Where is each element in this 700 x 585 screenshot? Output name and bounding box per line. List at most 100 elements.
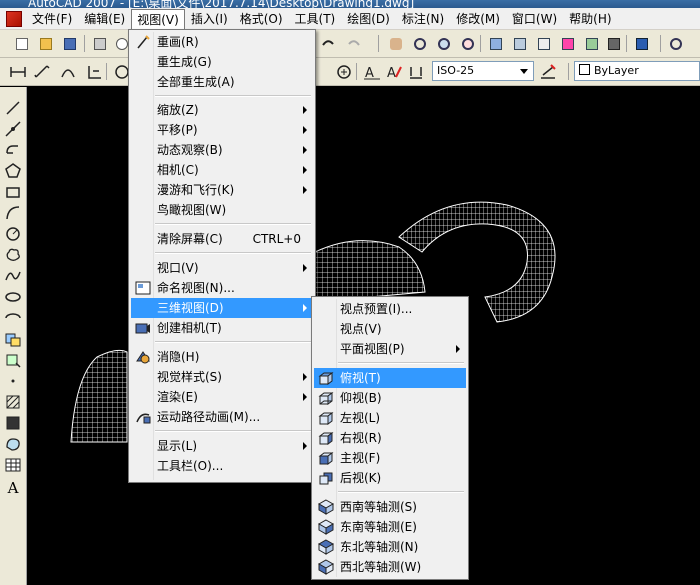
menu-item-regen[interactable]: 重生成(G) bbox=[131, 52, 313, 72]
submenu-item-bottom-view[interactable]: 仰视(B) bbox=[314, 388, 466, 408]
menu-draw[interactable]: 绘图(D) bbox=[341, 8, 396, 29]
submenu-item-viewpoint-presets[interactable]: 视点预置(I)... bbox=[314, 299, 466, 319]
properties-icon[interactable] bbox=[486, 34, 504, 52]
submenu-item-viewpoint[interactable]: 视点(V) bbox=[314, 319, 466, 339]
menu-item-walk-fly[interactable]: 漫游和飞行(K) bbox=[131, 180, 313, 200]
menu-item-regen-all[interactable]: 全部重生成(A) bbox=[131, 72, 313, 92]
print-icon[interactable] bbox=[90, 34, 108, 52]
polygon-icon[interactable] bbox=[4, 162, 22, 180]
workspace-icon[interactable] bbox=[666, 34, 684, 52]
menu-insert[interactable]: 插入(I) bbox=[185, 8, 234, 29]
menu-help[interactable]: 帮助(H) bbox=[563, 8, 617, 29]
submenu-arrow-icon bbox=[303, 166, 307, 174]
redo-icon[interactable] bbox=[344, 34, 362, 52]
region-icon[interactable] bbox=[4, 435, 22, 453]
hide-icon bbox=[136, 351, 150, 364]
dimension-update-icon[interactable] bbox=[406, 62, 424, 80]
circle-icon[interactable] bbox=[4, 225, 22, 243]
submenu-item-se-isometric[interactable]: 东南等轴测(E) bbox=[314, 517, 466, 537]
open-file-icon[interactable] bbox=[36, 34, 54, 52]
linear-dimension-icon[interactable] bbox=[8, 62, 26, 80]
menu-window[interactable]: 窗口(W) bbox=[506, 8, 563, 29]
menu-item-display[interactable]: 显示(L) bbox=[131, 436, 313, 456]
submenu-item-back-view[interactable]: 后视(K) bbox=[314, 468, 466, 488]
tool-palettes-icon[interactable] bbox=[534, 34, 552, 52]
menu-view[interactable]: 视图(V) bbox=[131, 8, 185, 29]
calculator-icon[interactable] bbox=[604, 34, 622, 52]
menu-file[interactable]: 文件(F) bbox=[26, 8, 78, 29]
submenu-item-top-view[interactable]: 俯视(T) bbox=[314, 368, 466, 388]
color-swatch bbox=[579, 64, 590, 75]
new-file-icon[interactable] bbox=[12, 34, 30, 52]
ellipse-arc-icon[interactable] bbox=[4, 309, 22, 327]
menu-modify[interactable]: 修改(M) bbox=[450, 8, 506, 29]
menu-item-3d-views[interactable]: 三维视图(D) bbox=[131, 298, 313, 318]
dimension-style-manager-icon[interactable] bbox=[538, 62, 556, 80]
menu-item-clean-screen[interactable]: 清除屏幕(C) CTRL+0 bbox=[131, 229, 313, 249]
menu-dimension[interactable]: 标注(N) bbox=[396, 8, 450, 29]
standard-toolbar bbox=[0, 30, 700, 58]
zoom-realtime-icon[interactable] bbox=[410, 34, 428, 52]
markup-icon[interactable] bbox=[582, 34, 600, 52]
gradient-icon[interactable] bbox=[4, 414, 22, 432]
dimension-style-select[interactable]: ISO-25 bbox=[432, 61, 534, 81]
submenu-item-nw-isometric[interactable]: 西北等轴测(W) bbox=[314, 557, 466, 577]
menu-item-create-camera[interactable]: 创建相机(T) bbox=[131, 318, 313, 338]
menu-item-zoom[interactable]: 缩放(Z) bbox=[131, 100, 313, 120]
table-icon[interactable] bbox=[4, 456, 22, 474]
submenu-item-plan-view[interactable]: 平面视图(P) bbox=[314, 339, 466, 359]
sheet-set-icon[interactable] bbox=[558, 34, 576, 52]
rectangle-icon[interactable] bbox=[4, 183, 22, 201]
dimension-edit-icon[interactable]: A bbox=[362, 62, 380, 81]
ordinate-dimension-icon[interactable] bbox=[84, 62, 102, 80]
menu-item-named-views[interactable]: 命名视图(N)... bbox=[131, 278, 313, 298]
menu-format[interactable]: 格式(O) bbox=[234, 8, 289, 29]
menu-item-render[interactable]: 渲染(E) bbox=[131, 387, 313, 407]
dimension-text-edit-icon[interactable]: A bbox=[384, 62, 402, 81]
make-block-icon[interactable] bbox=[4, 351, 22, 369]
submenu-item-ne-isometric[interactable]: 东北等轴测(N) bbox=[314, 537, 466, 557]
submenu-arrow-icon bbox=[456, 345, 460, 353]
save-icon[interactable] bbox=[60, 34, 78, 52]
arc-length-icon[interactable] bbox=[58, 62, 76, 80]
design-center-icon[interactable] bbox=[510, 34, 528, 52]
menu-item-orbit[interactable]: 动态观察(B) bbox=[131, 140, 313, 160]
layer-color-select[interactable]: ByLayer bbox=[574, 61, 700, 81]
autocad-app-icon[interactable] bbox=[6, 10, 22, 27]
construction-line-icon[interactable] bbox=[4, 120, 22, 138]
revision-cloud-icon[interactable] bbox=[4, 246, 22, 264]
menu-edit[interactable]: 编辑(E) bbox=[78, 8, 131, 29]
menu-item-visual-styles[interactable]: 视觉样式(S) bbox=[131, 367, 313, 387]
menu-tools[interactable]: 工具(T) bbox=[289, 8, 342, 29]
menu-item-aerial-view[interactable]: 鸟瞰视图(W) bbox=[131, 200, 313, 220]
pan-realtime-icon[interactable] bbox=[386, 34, 404, 52]
submenu-item-left-view[interactable]: 左视(L) bbox=[314, 408, 466, 428]
submenu-item-sw-isometric[interactable]: 西南等轴测(S) bbox=[314, 497, 466, 517]
line-icon[interactable] bbox=[4, 99, 22, 117]
undo-icon[interactable] bbox=[318, 34, 336, 52]
polyline-icon[interactable] bbox=[4, 141, 22, 159]
hatch-icon[interactable] bbox=[4, 393, 22, 411]
menu-item-hide[interactable]: 消隐(H) bbox=[131, 347, 313, 367]
point-icon[interactable] bbox=[4, 372, 22, 390]
menu-item-toolbars[interactable]: 工具栏(O)... bbox=[131, 456, 313, 476]
submenu-item-front-view[interactable]: 主视(F) bbox=[314, 448, 466, 468]
help-icon[interactable] bbox=[632, 34, 650, 52]
spline-icon[interactable] bbox=[4, 267, 22, 285]
arc-icon[interactable] bbox=[4, 204, 22, 222]
menu-item-pan[interactable]: 平移(P) bbox=[131, 120, 313, 140]
multiline-text-icon[interactable]: A bbox=[4, 479, 22, 497]
ellipse-icon[interactable] bbox=[4, 288, 22, 306]
zoom-window-icon[interactable] bbox=[434, 34, 452, 52]
aligned-dimension-icon[interactable] bbox=[32, 62, 50, 80]
menu-item-camera[interactable]: 相机(C) bbox=[131, 160, 313, 180]
menu-item-redraw[interactable]: 重画(R) bbox=[131, 32, 313, 52]
submenu-item-right-view[interactable]: 右视(R) bbox=[314, 428, 466, 448]
menu-item-motion-path[interactable]: 运动路径动画(M)... bbox=[131, 407, 313, 427]
named-views-icon bbox=[135, 281, 151, 295]
camera-icon bbox=[135, 323, 150, 334]
insert-block-icon[interactable] bbox=[4, 330, 22, 348]
zoom-previous-icon[interactable] bbox=[458, 34, 476, 52]
menu-item-viewports[interactable]: 视口(V) bbox=[131, 258, 313, 278]
center-mark-icon[interactable] bbox=[334, 62, 352, 80]
